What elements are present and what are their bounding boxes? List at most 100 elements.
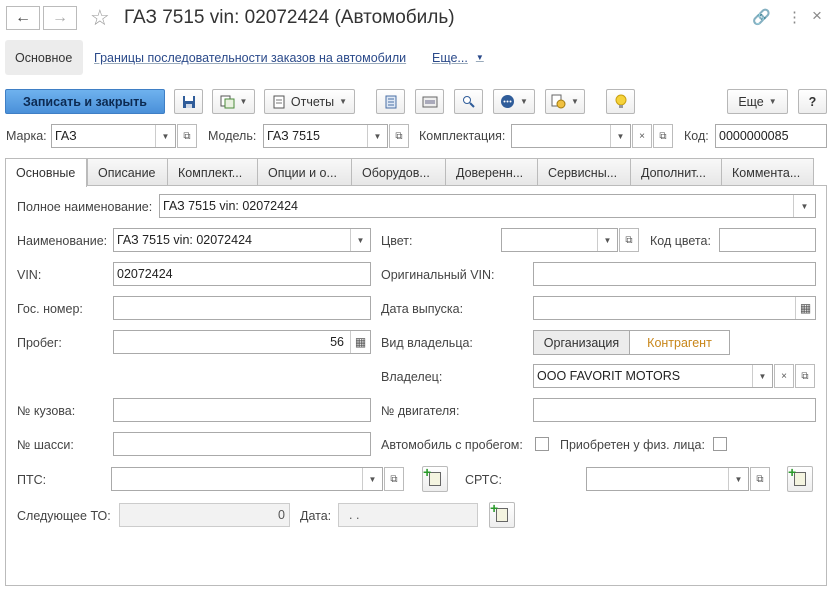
srts-field[interactable]: ▼ <box>586 467 749 491</box>
owner-type-counterparty[interactable]: Контрагент <box>629 330 730 355</box>
owner-type-label: Вид владельца: <box>381 336 473 350</box>
list-icon <box>385 95 396 108</box>
chassis-no-field[interactable] <box>113 432 371 456</box>
color-code-field[interactable] <box>719 228 816 252</box>
save-icon <box>182 95 195 108</box>
name-field[interactable]: ГАЗ 7515 vin: 02072424 ▼ <box>113 228 371 252</box>
attachments-button[interactable]: ▼ <box>545 89 585 114</box>
pts-open-button[interactable]: ⧉ <box>384 467 404 491</box>
star-icon[interactable]: ☆ <box>90 5 110 31</box>
used-car-checkbox[interactable] <box>535 437 549 451</box>
model-field[interactable]: ГАЗ 7515 ▼ <box>263 124 388 148</box>
chevron-down-icon[interactable]: ▼ <box>793 195 815 217</box>
config-field[interactable]: ▼ <box>511 124 631 148</box>
list-button[interactable] <box>376 89 405 114</box>
open-icon: ⧉ <box>659 130 667 142</box>
vin-field[interactable]: 02072424 <box>113 262 371 286</box>
tab-additional[interactable]: Дополнит... <box>630 158 722 186</box>
full-name-field[interactable]: ГАЗ 7515 vin: 02072424 ▼ <box>159 194 816 218</box>
owner-open-button[interactable]: ⧉ <box>795 364 815 388</box>
tab-comments[interactable]: Коммента... <box>721 158 814 186</box>
srts-add-button[interactable] <box>787 464 813 492</box>
open-icon: ⧉ <box>395 130 403 142</box>
brand-open-button[interactable]: ⧉ <box>177 124 197 148</box>
body-no-label: № кузова: <box>17 404 76 418</box>
tab-main[interactable]: Основное <box>5 40 83 75</box>
link-icon[interactable]: 🔗 <box>752 8 771 26</box>
structure-button[interactable] <box>454 89 483 114</box>
config-clear-button[interactable]: × <box>632 124 652 148</box>
chevron-down-icon[interactable]: ▼ <box>597 229 617 251</box>
tab-basic[interactable]: Основные <box>5 158 87 187</box>
add-document-icon <box>788 464 806 486</box>
save-close-button[interactable]: Записать и закрыть <box>5 89 165 114</box>
plate-field[interactable] <box>113 296 371 320</box>
add-document-icon <box>423 464 441 486</box>
color-open-button[interactable]: ⧉ <box>619 228 639 252</box>
back-button[interactable]: ← <box>6 6 40 30</box>
chevron-down-icon[interactable]: ▼ <box>728 468 748 490</box>
srts-label: СРТС: <box>465 473 502 487</box>
card-icon <box>422 96 437 107</box>
reports-button[interactable]: Отчеты ▼ <box>264 89 355 114</box>
chevron-down-icon: ▼ <box>339 97 348 106</box>
chevron-down-icon[interactable]: ▼ <box>367 125 387 147</box>
pts-field[interactable]: ▼ <box>111 467 383 491</box>
hint-button[interactable] <box>606 89 635 114</box>
help-button[interactable]: ? <box>798 89 827 114</box>
next-to-field: 0 <box>119 503 290 527</box>
engine-no-field[interactable] <box>533 398 816 422</box>
more-vert-icon[interactable]: ⋮ <box>787 8 802 26</box>
chevron-down-icon[interactable]: ▼ <box>350 229 370 251</box>
tab-options[interactable]: Опции и о... <box>257 158 352 186</box>
nav-more-link[interactable]: Еще... ▼ <box>432 40 484 75</box>
body-no-field[interactable] <box>113 398 371 422</box>
config-open-button[interactable]: ⧉ <box>653 124 673 148</box>
forward-button[interactable]: → <box>43 6 77 30</box>
tab-equipment[interactable]: Оборудов... <box>351 158 446 186</box>
chevron-down-icon[interactable]: ▼ <box>155 125 175 147</box>
model-open-button[interactable]: ⧉ <box>389 124 409 148</box>
bought-individual-checkbox[interactable] <box>713 437 727 451</box>
order-limits-link[interactable]: Границы последовательности заказов на ав… <box>94 40 406 75</box>
release-date-field[interactable]: ▦ <box>533 296 816 320</box>
pts-label: ПТС: <box>17 473 47 487</box>
owner-type-organization[interactable]: Организация <box>533 330 630 355</box>
create-based-button[interactable]: ▼ <box>212 89 255 114</box>
close-icon[interactable]: × <box>812 6 822 26</box>
chevron-down-icon: ▼ <box>475 53 484 62</box>
calculator-icon[interactable]: ▦ <box>350 331 370 353</box>
card-button[interactable] <box>415 89 444 114</box>
open-icon: ⧉ <box>183 130 191 142</box>
date-label: Дата: <box>300 509 332 523</box>
more-actions-button[interactable]: ▼ <box>493 89 535 114</box>
calendar-icon[interactable]: ▦ <box>795 297 815 319</box>
tab-power-of-attorney[interactable]: Доверенн... <box>445 158 538 186</box>
tab-equipment-set[interactable]: Комплект... <box>167 158 258 186</box>
chevron-down-icon: ▼ <box>571 97 579 106</box>
mileage-field[interactable]: 56 ▦ <box>113 330 371 354</box>
open-icon: ⧉ <box>625 234 633 246</box>
color-field[interactable]: ▼ <box>501 228 618 252</box>
owner-field[interactable]: ООО FAVORIT MOTORS ▼ <box>533 364 773 388</box>
orig-vin-field[interactable] <box>533 262 816 286</box>
chevron-down-icon: ▼ <box>768 97 777 106</box>
tab-description[interactable]: Описание <box>87 158 168 186</box>
next-to-add-button[interactable] <box>489 500 515 528</box>
toolbar-more-button[interactable]: Еще ▼ <box>727 89 788 114</box>
ellipsis-circle-icon <box>501 95 515 108</box>
brand-field[interactable]: ГАЗ ▼ <box>51 124 176 148</box>
chevron-down-icon[interactable]: ▼ <box>752 365 772 387</box>
color-label: Цвет: <box>381 234 413 248</box>
reports-icon <box>273 95 285 108</box>
name-label: Наименование: <box>17 234 108 248</box>
code-field[interactable]: 0000000085 <box>715 124 827 148</box>
tab-service[interactable]: Сервисны... <box>537 158 631 186</box>
owner-clear-button[interactable]: × <box>774 364 794 388</box>
chevron-down-icon[interactable]: ▼ <box>610 125 630 147</box>
chevron-down-icon[interactable]: ▼ <box>362 468 382 490</box>
save-button[interactable] <box>174 89 203 114</box>
pts-add-button[interactable] <box>422 464 448 492</box>
chassis-no-label: № шасси: <box>17 438 74 452</box>
srts-open-button[interactable]: ⧉ <box>750 467 770 491</box>
